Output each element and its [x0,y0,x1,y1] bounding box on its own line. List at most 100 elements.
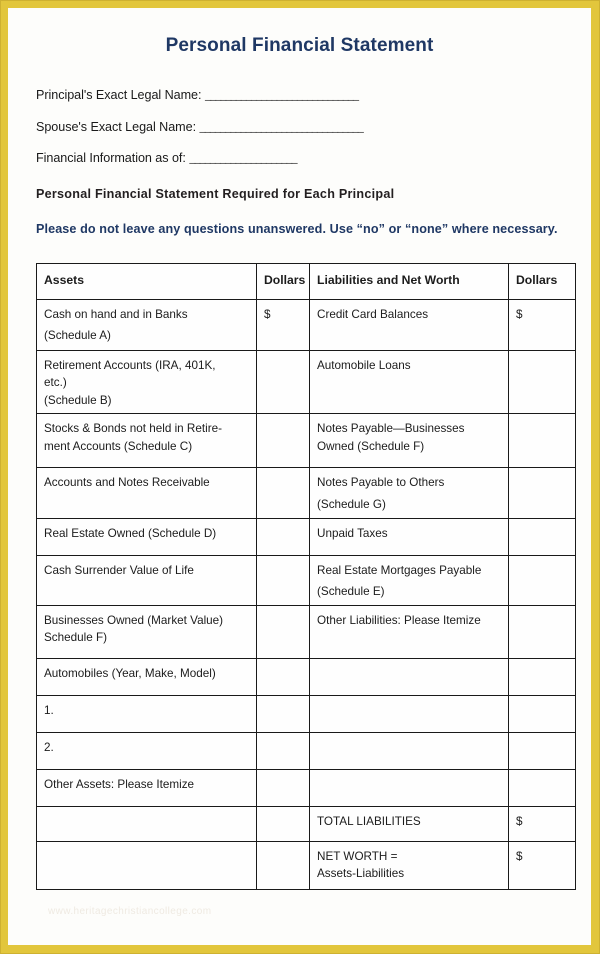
cell-liability-label: Unpaid Taxes [309,517,509,556]
cell-text-line: Schedule F) [44,631,108,645]
page-border-frame: Personal Financial Statement Principal's… [0,0,600,954]
cell-text-line: TOTAL LIABILITIES [317,814,421,828]
cell-asset-label: Automobiles (Year, Make, Model) [36,657,257,696]
table-body: Cash on hand and in Banks (Schedule A) $ Cr… [36,298,576,890]
field-financial-info-date-input[interactable]: _____________________ [189,151,297,165]
table-row: NET WORTH = Assets-Liabilities $ [36,840,576,890]
cell-liability-amount[interactable] [508,554,576,606]
cell-asset-amount[interactable]: $ [256,298,310,351]
cell-liability-amount[interactable] [508,768,576,807]
column-header-assets: Assets [36,263,257,300]
cell-asset-amount[interactable] [256,731,310,770]
field-principal-legal-name[interactable]: Principal's Exact Legal Name: __________… [36,88,563,104]
cell-asset-amount[interactable] [256,349,310,415]
cell-text-line: (Schedule B) [44,393,112,407]
cell-asset-amount[interactable] [256,413,310,469]
site-watermark: www.heritagechristiancollege.com [48,906,212,917]
cell-text-line: Credit Card Balances [317,307,429,321]
cell-text-line: Retirement Accounts (IRA, 401K, [44,358,216,372]
cell-asset-amount[interactable] [256,467,310,519]
cell-text-line: Automobiles (Year, Make, Model) [44,666,216,680]
cell-asset-amount[interactable] [256,694,310,733]
cell-text-line: Other Assets: Please Itemize [44,777,195,791]
cell-text-line: etc.) [44,376,67,390]
cell-liability-label: Notes Payable—Businesses Owned (Schedule … [309,413,509,469]
personal-financial-statement-table: Assets Dollars Liabilities and Net Worth… [36,263,576,890]
cell-liability-amount[interactable]: $ [508,298,576,351]
cell-liability-label [309,694,509,733]
table-header-row: Assets Dollars Liabilities and Net Worth… [36,263,576,300]
cell-text-line: Automobile Loans [317,358,411,372]
table-row: Real Estate Owned (Schedule D) Unpaid Tax… [36,517,576,556]
cell-text-line: (Schedule G) [317,497,386,511]
cell-liability-amount[interactable]: $ [508,840,576,890]
financial-table-container: Assets Dollars Liabilities and Net Worth… [36,263,576,890]
cell-text-line: Notes Payable—Businesses [317,422,465,436]
cell-text-line: Notes Payable to Others [317,476,445,490]
currency-symbol: $ [516,849,523,863]
cell-text-line: Other Liabilities: Please Itemize [317,613,481,627]
form-fields-group: Principal's Exact Legal Name: __________… [36,88,563,167]
cell-liability-amount[interactable] [508,694,576,733]
cell-asset-amount[interactable] [256,554,310,606]
field-financial-info-date-label: Financial Information as of: [36,151,186,166]
notice-statement-required: Personal Financial Statement Required fo… [36,187,395,202]
cell-text-line: Real Estate Owned (Schedule D) [44,526,217,540]
cell-liability-amount[interactable] [508,517,576,556]
cell-asset-amount[interactable] [256,657,310,696]
cell-text-line: Businesses Owned (Market Value) [44,613,224,627]
cell-asset-label: Cash on hand and in Banks (Schedule A) [36,298,257,351]
cell-asset-amount[interactable] [256,768,310,807]
cell-text-line: Accounts and Notes Receivable [44,476,210,490]
document-sheet: Personal Financial Statement Principal's… [8,8,591,945]
cell-asset-label: Stocks & Bonds not held in Retire-ment A… [36,413,257,469]
table-row: Cash Surrender Value of Life Real Estate… [36,554,576,606]
cell-liability-label: Real Estate Mortgages Payable (Schedule E… [309,554,509,606]
cell-asset-amount[interactable] [256,517,310,556]
field-financial-info-date[interactable]: Financial Information as of: ___________… [36,151,563,167]
field-spouse-legal-name[interactable]: Spouse's Exact Legal Name: _____________… [36,120,563,136]
table-row: Automobiles (Year, Make, Model) [36,657,576,696]
table-row: Cash on hand and in Banks (Schedule A) $ Cr… [36,298,576,351]
cell-asset-amount[interactable] [256,805,310,842]
cell-text-line: Real Estate Mortgages Payable [317,563,482,577]
cell-liability-amount[interactable]: $ [508,805,576,842]
cell-asset-label: Retirement Accounts (IRA, 401K, etc.) (Sch… [36,349,257,415]
cell-asset-amount[interactable] [256,840,310,890]
cell-liability-amount[interactable] [508,467,576,519]
cell-liability-label: Credit Card Balances [309,298,509,351]
table-row: TOTAL LIABILITIES $ [36,805,576,842]
cell-asset-label: Businesses Owned (Market Value) Schedule … [36,604,257,659]
field-spouse-legal-name-input[interactable]: ________________________________ [200,120,364,134]
cell-liability-amount[interactable] [508,349,576,415]
cell-text-line: Unpaid Taxes [317,526,388,540]
cell-asset-label: 1. [36,694,257,733]
cell-text-line: Cash Surrender Value of Life [44,563,194,577]
cell-liability-amount[interactable] [508,657,576,696]
table-row: Accounts and Notes Receivable Notes Payab… [36,467,576,519]
cell-text-line: (Schedule A) [44,329,111,343]
cell-liability-label [309,731,509,770]
table-row: Businesses Owned (Market Value) Schedule … [36,604,576,659]
page-title: Personal Financial Statement [165,35,434,56]
currency-symbol: $ [516,307,523,321]
table-row: 2. [36,731,576,770]
column-header-liabilities: Liabilities and Net Worth [309,263,509,300]
cell-text-line: Assets-Liabilities [317,867,405,881]
currency-symbol: $ [516,814,523,828]
cell-liability-amount[interactable] [508,604,576,659]
currency-symbol: $ [264,307,271,321]
cell-liability-label: TOTAL LIABILITIES [309,805,509,842]
cell-liability-amount[interactable] [508,731,576,770]
cell-liability-label: Automobile Loans [309,349,509,415]
cell-liability-amount[interactable] [508,413,576,469]
cell-text-line: 2. [44,740,54,754]
cell-liability-label: Other Liabilities: Please Itemize [309,604,509,659]
cell-asset-amount[interactable] [256,604,310,659]
cell-asset-label: Cash Surrender Value of Life [36,554,257,606]
cell-text-line: Owned (Schedule F) [317,439,425,453]
cell-text-line: NET WORTH = [317,849,398,863]
field-principal-legal-name-input[interactable]: ______________________________ [205,88,359,102]
cell-asset-label [36,805,257,842]
column-header-assets-dollars: Dollars [256,263,310,300]
